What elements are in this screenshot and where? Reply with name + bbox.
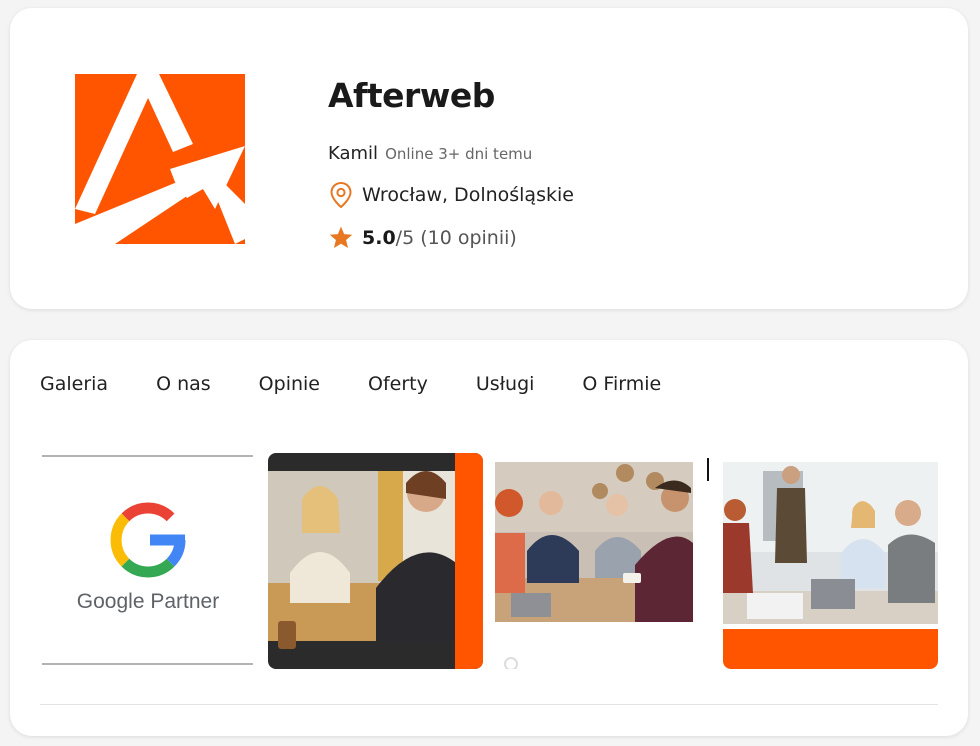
tab-galeria[interactable]: Galeria — [40, 373, 108, 395]
team-photo-1[interactable] — [268, 453, 483, 669]
gallery-card: Galeria O nas Opinie Oferty Usługi O Fir… — [10, 340, 968, 736]
tab-uslugi[interactable]: Usługi — [476, 373, 535, 395]
company-name: Afterweb — [328, 76, 495, 115]
tab-oferty[interactable]: Oferty — [368, 373, 428, 395]
rating-max: /5 — [395, 227, 415, 249]
team-photo-3[interactable] — [723, 453, 938, 669]
online-status: Online 3+ dni temu — [385, 145, 533, 163]
rating-value: 5.0 — [362, 227, 396, 249]
location-pin-icon — [330, 182, 352, 208]
tab-opinie[interactable]: Opinie — [259, 373, 320, 395]
star-icon — [329, 226, 353, 248]
gallery-divider — [40, 704, 938, 705]
section-tabs: Galeria O nas Opinie Oferty Usługi O Fir… — [40, 373, 709, 395]
rating-line: 5.0/5 (10 opinii) — [328, 225, 517, 251]
tab-o-nas[interactable]: O nas — [156, 373, 211, 395]
google-partner-image[interactable]: Google Partner — [40, 453, 255, 669]
owner-line: Kamil Online 3+ dni temu — [328, 143, 532, 164]
company-logo — [75, 74, 245, 244]
owner-name[interactable]: Kamil — [328, 143, 378, 164]
google-partner-caption: Google Partner — [77, 590, 219, 613]
review-count: (10 opinii) — [420, 227, 517, 249]
rating-summary[interactable]: 5.0/5 (10 opinii) — [362, 227, 517, 249]
location-text: Wrocław, Dolnośląskie — [362, 184, 574, 206]
tab-o-firmie[interactable]: O Firmie — [582, 373, 661, 395]
team-photo-2[interactable] — [495, 453, 710, 669]
location-line: Wrocław, Dolnośląskie — [330, 182, 574, 208]
profile-card: Afterweb Kamil Online 3+ dni temu Wrocła… — [10, 8, 968, 309]
